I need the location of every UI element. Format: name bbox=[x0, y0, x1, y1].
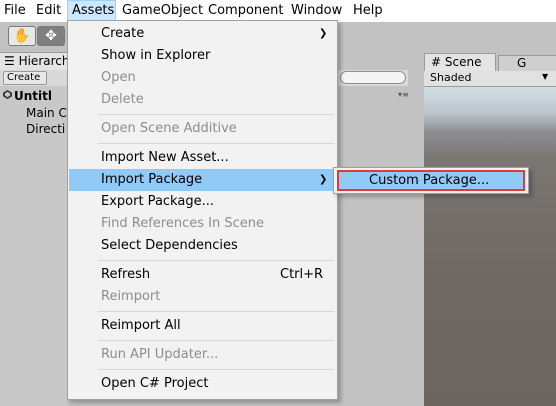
menu-item-label: Open C# Project bbox=[101, 376, 209, 391]
menu-separator bbox=[98, 143, 334, 144]
hierarchy-tab-label: Hierarch bbox=[18, 54, 68, 68]
menu-item-create[interactable]: Create ❯ bbox=[69, 23, 336, 45]
hand-icon: ✋ bbox=[13, 28, 31, 44]
tab-scene[interactable]: # Scene bbox=[424, 53, 496, 71]
menu-item-label: Find References In Scene bbox=[101, 216, 264, 231]
menu-item-label: Export Package... bbox=[101, 194, 214, 209]
menu-item-label: Create bbox=[101, 26, 145, 41]
menu-item-label: Reimport All bbox=[101, 318, 181, 333]
move-tool-button[interactable]: ✥ bbox=[37, 26, 65, 46]
menu-assets[interactable]: Assets bbox=[67, 0, 116, 22]
menu-separator bbox=[98, 369, 334, 370]
menu-item-label: Import New Asset... bbox=[101, 150, 229, 165]
menu-bar: File Edit Assets GameObject Component Wi… bbox=[0, 0, 556, 22]
menu-separator bbox=[98, 114, 334, 115]
menu-item-label: Custom Package... bbox=[369, 173, 490, 188]
shading-mode-dropdown[interactable]: Shaded bbox=[430, 71, 552, 86]
import-package-submenu: Custom Package... bbox=[333, 167, 529, 194]
hierarchy-create-button[interactable]: Create ▾ bbox=[3, 71, 47, 95]
menu-item-select-dependencies[interactable]: Select Dependencies bbox=[69, 235, 336, 257]
hierarchy-search-input[interactable] bbox=[340, 71, 406, 84]
hierarchy-item-main-camera[interactable]: Main C bbox=[26, 106, 68, 120]
menu-item-reimport[interactable]: Reimport bbox=[69, 286, 336, 308]
menu-item-label: Run API Updater... bbox=[101, 347, 219, 362]
menu-item-label: Import Package bbox=[101, 172, 203, 187]
hierarchy-tab[interactable]: ☰ Hierarch bbox=[0, 52, 68, 70]
hierarchy-icon: ☰ bbox=[4, 54, 19, 68]
menu-item-label: Show in Explorer bbox=[101, 48, 211, 63]
menu-separator bbox=[98, 260, 334, 261]
menu-file[interactable]: File bbox=[4, 0, 26, 22]
menu-component[interactable]: Component bbox=[208, 0, 283, 22]
menu-item-label: Delete bbox=[101, 92, 144, 107]
scene-viewport[interactable] bbox=[424, 87, 556, 406]
hierarchy-item-directional-light[interactable]: Directi bbox=[26, 122, 68, 136]
menu-item-find-references[interactable]: Find References In Scene bbox=[69, 213, 336, 235]
menu-gameobject[interactable]: GameObject bbox=[122, 0, 203, 22]
menu-item-run-api-updater[interactable]: Run API Updater... bbox=[69, 344, 336, 366]
menu-item-open[interactable]: Open bbox=[69, 67, 336, 89]
menu-edit[interactable]: Edit bbox=[36, 0, 61, 22]
menu-item-import-new-asset[interactable]: Import New Asset... bbox=[69, 147, 336, 169]
menu-item-show-in-explorer[interactable]: Show in Explorer bbox=[69, 45, 336, 67]
chevron-right-icon: ❯ bbox=[319, 174, 328, 185]
hierarchy-options-icon[interactable]: ▾≡ bbox=[398, 90, 409, 99]
chevron-down-icon: ▼ bbox=[542, 72, 549, 81]
scene-tab-label: Scene bbox=[444, 55, 482, 69]
menu-item-import-package[interactable]: Import Package ❯ bbox=[69, 169, 336, 191]
unity-scene-icon bbox=[3, 90, 12, 99]
menu-item-custom-package[interactable]: Custom Package... bbox=[337, 170, 525, 191]
menu-separator bbox=[98, 340, 334, 341]
assets-menu: Create ❯ Show in Explorer Open Delete Op… bbox=[67, 20, 338, 400]
menu-item-label: Refresh bbox=[101, 267, 151, 282]
menu-item-shortcut: Ctrl+R bbox=[280, 267, 324, 282]
menu-item-label: Open Scene Additive bbox=[101, 121, 237, 136]
chevron-right-icon: ❯ bbox=[319, 28, 328, 39]
menu-item-refresh[interactable]: Refresh Ctrl+R bbox=[69, 264, 336, 286]
menu-help[interactable]: Help bbox=[353, 0, 383, 22]
hand-tool-button[interactable]: ✋ bbox=[8, 26, 36, 46]
menu-window[interactable]: Window bbox=[291, 0, 342, 22]
move-icon: ✥ bbox=[45, 28, 57, 44]
hierarchy-scene-row[interactable]: Untitl bbox=[14, 89, 68, 103]
menu-item-label: Select Dependencies bbox=[101, 238, 238, 253]
menu-item-delete[interactable]: Delete bbox=[69, 89, 336, 111]
menu-item-label: Open bbox=[101, 70, 136, 85]
menu-item-open-scene-additive[interactable]: Open Scene Additive bbox=[69, 118, 336, 140]
menu-item-open-csharp-project[interactable]: Open C# Project bbox=[69, 373, 336, 395]
menu-item-reimport-all[interactable]: Reimport All bbox=[69, 315, 336, 337]
scene-tab-icon: # bbox=[431, 55, 442, 69]
menu-item-export-package[interactable]: Export Package... bbox=[69, 191, 336, 213]
menu-item-label: Reimport bbox=[101, 289, 161, 304]
tab-game[interactable]: G bbox=[498, 55, 556, 71]
menu-separator bbox=[98, 311, 334, 312]
